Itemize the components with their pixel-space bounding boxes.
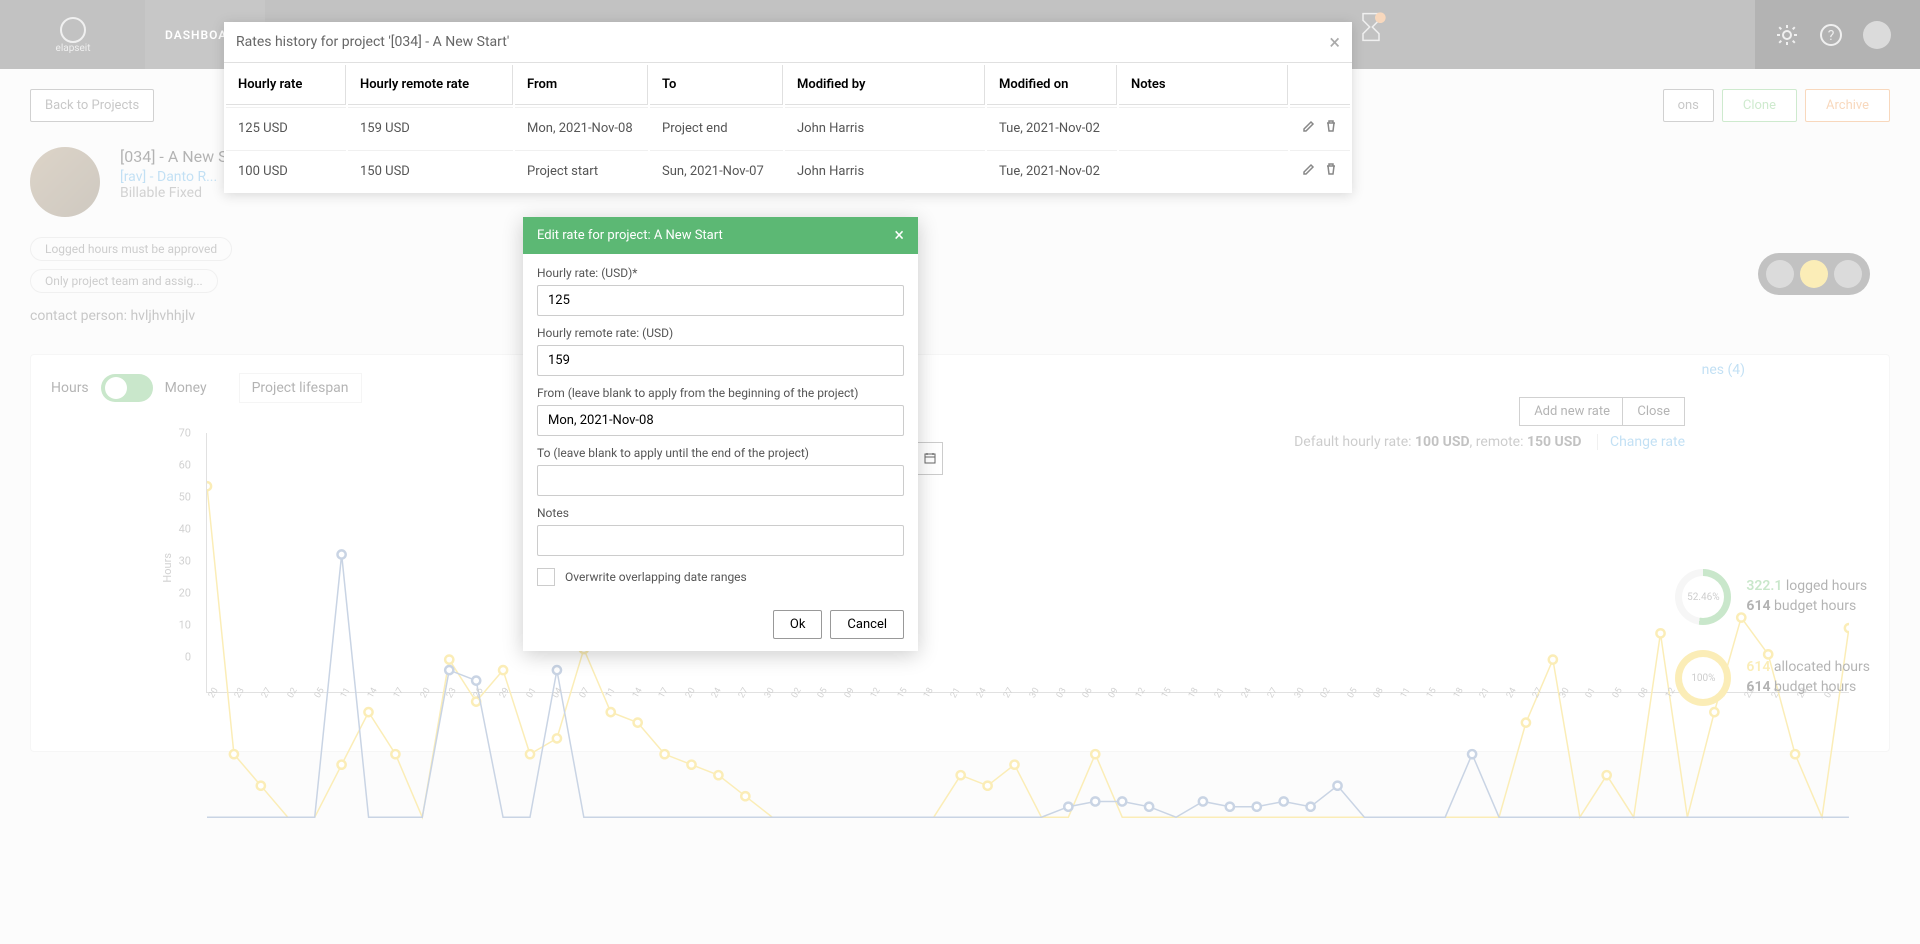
col-from: From [515, 65, 648, 105]
calendar-icon[interactable] [917, 442, 943, 475]
delete-icon[interactable] [1324, 162, 1338, 180]
hourly-rate-label: Hourly rate: (USD)* [537, 266, 904, 280]
table-row: 100 USD150 USDProject startSun, 2021-Nov… [226, 150, 1350, 191]
rates-table: Hourly rate Hourly remote rate From To M… [224, 62, 1352, 193]
overwrite-checkbox[interactable] [537, 568, 555, 586]
notes-label: Notes [537, 506, 904, 520]
from-date-input[interactable] [537, 405, 904, 436]
table-row: 125 USD159 USDMon, 2021-Nov-08Project en… [226, 107, 1350, 148]
hourly-rate-input[interactable] [537, 285, 904, 316]
col-notes: Notes [1119, 65, 1288, 105]
rates-panel-title: Rates history for project '[034] - A New… [236, 34, 509, 50]
ok-button[interactable]: Ok [773, 610, 823, 639]
col-hourly: Hourly rate [226, 65, 346, 105]
cancel-button[interactable]: Cancel [830, 610, 904, 639]
overwrite-label: Overwrite overlapping date ranges [565, 570, 747, 584]
rates-history-panel: Rates history for project '[034] - A New… [224, 22, 1352, 193]
col-to: To [650, 65, 783, 105]
notes-input[interactable] [537, 525, 904, 556]
remote-rate-input[interactable] [537, 345, 904, 376]
edit-modal-title: Edit rate for project: A New Start [537, 228, 723, 243]
from-date-label: From (leave blank to apply from the begi… [537, 386, 904, 400]
delete-icon[interactable] [1324, 119, 1338, 137]
to-date-input[interactable] [537, 465, 904, 496]
to-date-label: To (leave blank to apply until the end o… [537, 446, 904, 460]
col-remote: Hourly remote rate [348, 65, 513, 105]
edit-icon[interactable] [1302, 162, 1316, 180]
close-icon[interactable]: × [894, 225, 904, 246]
edit-icon[interactable] [1302, 119, 1316, 137]
remote-rate-label: Hourly remote rate: (USD) [537, 326, 904, 340]
col-modon: Modified on [987, 65, 1117, 105]
edit-rate-modal: Edit rate for project: A New Start × Hou… [523, 217, 918, 651]
col-modby: Modified by [785, 65, 985, 105]
close-icon[interactable]: × [1329, 30, 1340, 54]
